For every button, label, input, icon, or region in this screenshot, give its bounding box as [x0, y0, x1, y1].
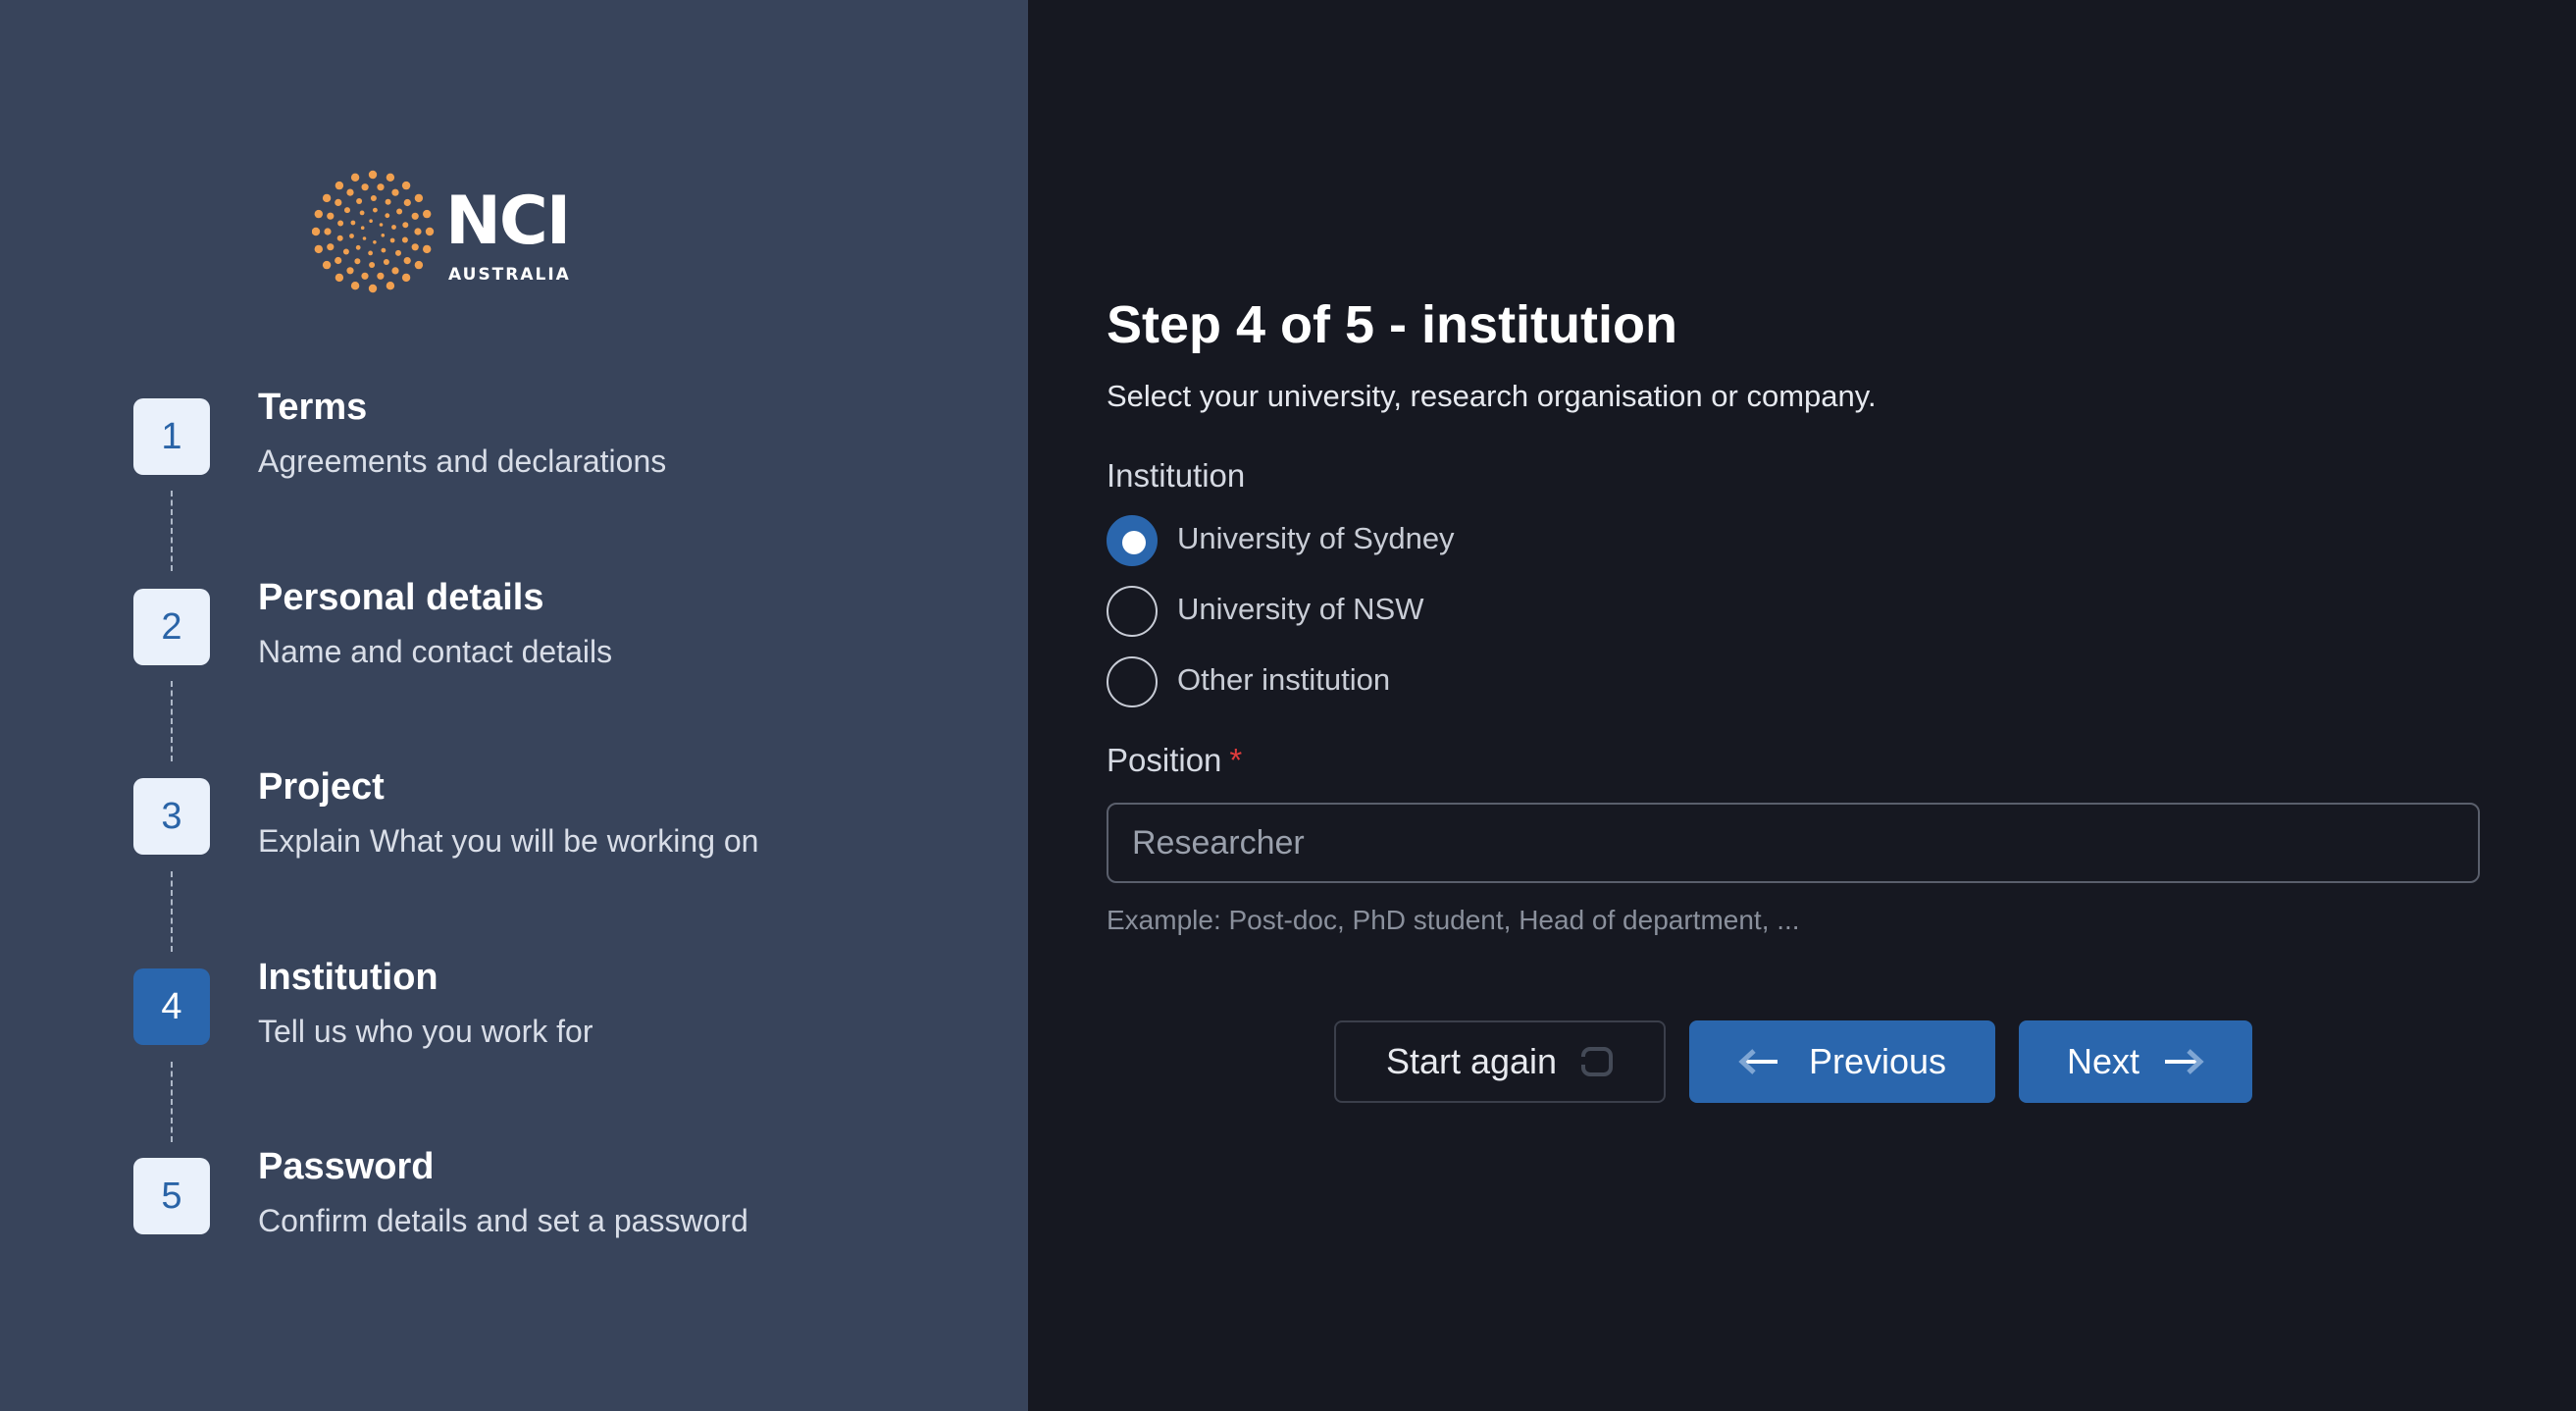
restart-icon	[1580, 1045, 1614, 1078]
step-title: Terms	[258, 387, 368, 428]
step-number-badge-active: 4	[133, 968, 210, 1045]
sidebar: NCI AUSTRALIA 1 Terms Agreements and dec…	[0, 0, 1028, 1411]
step-description: Confirm details and set a password	[258, 1203, 748, 1238]
step-description: Name and contact details	[258, 634, 613, 669]
radio-button-checked[interactable]	[1107, 515, 1158, 566]
position-label: Position *	[1107, 742, 1242, 779]
step-title: Personal details	[258, 577, 544, 618]
page-subtitle: Select your university, research organis…	[1107, 379, 1877, 413]
step-project: 3 Project Explain What you will be worki…	[0, 766, 981, 886]
step-terms: 1 Terms Agreements and declarations	[0, 387, 981, 506]
radio-label: University of Sydney	[1177, 521, 1455, 555]
radio-university-of-nsw[interactable]: University of NSW	[1107, 586, 1695, 641]
step-connector	[171, 1062, 173, 1142]
radio-button[interactable]	[1107, 586, 1158, 637]
radio-university-of-sydney[interactable]: University of Sydney	[1107, 515, 1695, 570]
previous-button[interactable]: Previous	[1689, 1020, 1995, 1103]
arrow-left-icon	[1738, 1048, 1779, 1075]
nci-logo: NCI AUSTRALIA	[312, 169, 577, 294]
step-institution: 4 Institution Tell us who you work for	[0, 957, 981, 1076]
logo-dots-icon	[312, 170, 435, 293]
radio-label: Other institution	[1177, 662, 1391, 697]
step-number-badge: 5	[133, 1158, 210, 1234]
position-input[interactable]	[1107, 803, 2480, 883]
page-title: Step 4 of 5 - institution	[1107, 295, 1677, 354]
step-number-badge: 2	[133, 589, 210, 665]
step-connector	[171, 491, 173, 571]
required-marker: *	[1229, 742, 1243, 778]
radio-label: University of NSW	[1177, 592, 1424, 626]
step-connector	[171, 871, 173, 952]
step-description: Tell us who you work for	[258, 1014, 593, 1049]
position-hint: Example: Post-doc, PhD student, Head of …	[1107, 905, 1800, 935]
step-description: Explain What you will be working on	[258, 823, 759, 859]
previous-label: Previous	[1808, 1041, 1947, 1081]
institution-label: Institution	[1107, 457, 1246, 494]
step-number-badge: 3	[133, 778, 210, 855]
logo-subtitle: AUSTRALIA	[448, 265, 571, 285]
step-password: 5 Password Confirm details and set a pas…	[0, 1146, 981, 1266]
step-connector	[171, 681, 173, 761]
radio-other-institution[interactable]: Other institution	[1107, 656, 1695, 711]
start-again-button[interactable]: Start again	[1334, 1020, 1666, 1103]
step-title: Project	[258, 766, 385, 808]
start-again-label: Start again	[1385, 1041, 1558, 1081]
main-panel: Step 4 of 5 - institution Select your un…	[1028, 0, 2576, 1411]
step-title: Password	[258, 1146, 435, 1187]
next-button[interactable]: Next	[2019, 1020, 2252, 1103]
radio-button[interactable]	[1107, 656, 1158, 707]
step-description: Agreements and declarations	[258, 444, 667, 479]
next-label: Next	[2066, 1041, 2140, 1081]
logo-name: NCI	[445, 183, 571, 260]
position-label-text: Position	[1107, 742, 1222, 778]
arrow-right-icon	[2163, 1048, 2204, 1075]
step-title: Institution	[258, 957, 438, 998]
step-personal-details: 2 Personal details Name and contact deta…	[0, 577, 981, 697]
radio-dot	[1122, 531, 1146, 554]
step-number-badge: 1	[133, 398, 210, 475]
